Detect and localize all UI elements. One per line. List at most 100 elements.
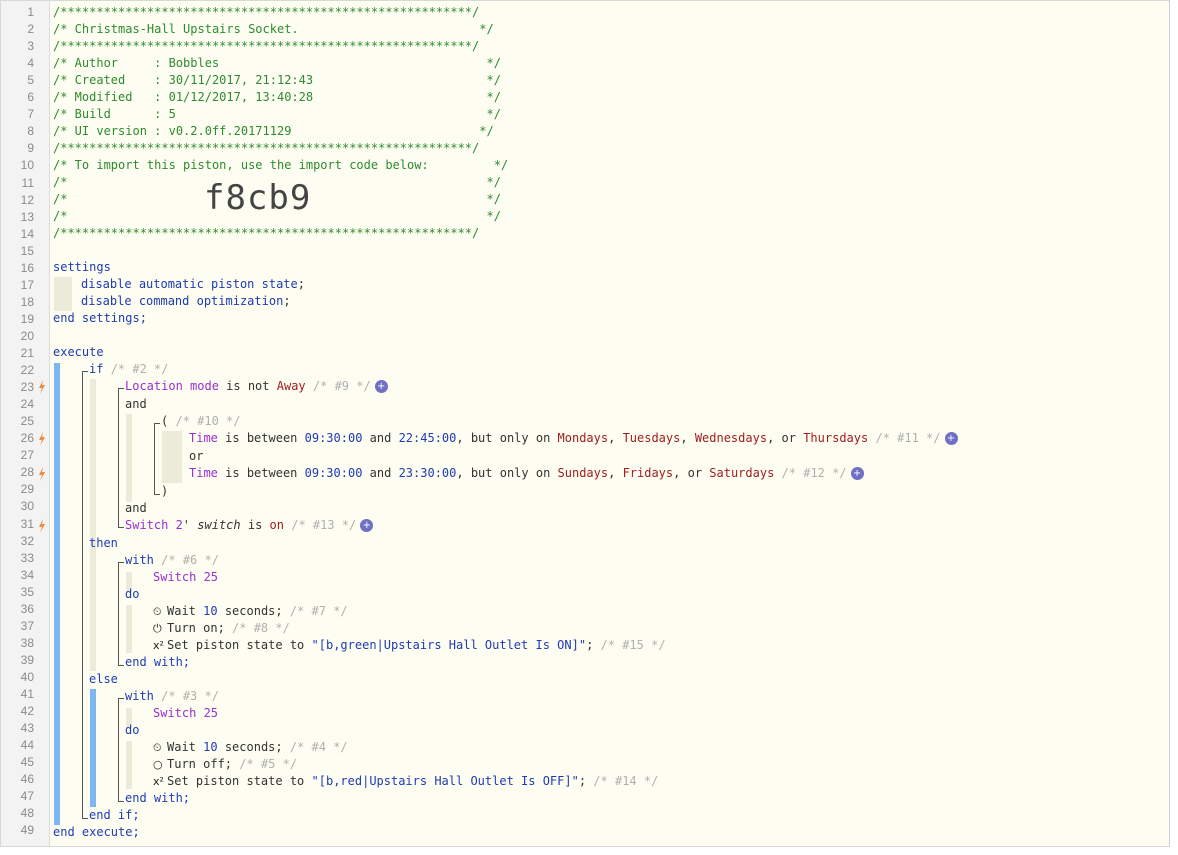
lightning-bolt-icon [39, 519, 45, 533]
line-number: 2 [27, 22, 34, 37]
condition-switch[interactable]: Switch 2' switch is on /* #13 */+ [125, 517, 374, 534]
if-statement[interactable]: if /* #2 */ [89, 361, 168, 378]
end-settings-keyword[interactable]: end settings; [53, 310, 147, 327]
condition-time-weekday[interactable]: Time is between 09:30:00 and 22:45:00, b… [189, 430, 958, 447]
line-number: 46 [20, 772, 34, 787]
import-code[interactable]: f8cb9 [204, 178, 311, 218]
set-state-action[interactable]: x² Set piston state to "[b,green|Upstairs… [153, 637, 666, 654]
line-number: 37 [20, 618, 34, 633]
day-value: Thursdays [803, 431, 869, 445]
condition-time-weekend[interactable]: Time is between 09:30:00 and 23:30:00, b… [189, 465, 864, 482]
superscript-x-icon: x² [153, 639, 164, 652]
line-number: 21 [20, 346, 34, 360]
line-number: 20 [20, 328, 34, 343]
group-open[interactable]: ( /* #10 */ [161, 413, 241, 430]
end-if-keyword[interactable]: end if; [89, 807, 140, 824]
or-operator[interactable]: or [189, 448, 203, 465]
setting-row[interactable]: disable automatic piston state; [81, 276, 305, 293]
line-number: 8 [27, 124, 34, 139]
do-keyword[interactable]: do [125, 586, 139, 603]
line-number: 14 [20, 226, 34, 241]
and-operator[interactable]: and [125, 500, 147, 517]
line-number: 44 [20, 738, 34, 753]
group-bracket [154, 423, 160, 495]
header-line: /***************************************… [53, 226, 480, 240]
ui-version-line: /* UI version : v0.2.0ff.20171129 */ [53, 124, 494, 138]
time-to: 23:30:00 [398, 466, 457, 480]
line-number: 26 [20, 431, 34, 446]
turn-on-action[interactable]: ⏻ Turn on; /* #8 */ [153, 620, 290, 637]
semicolon: ; [578, 774, 587, 788]
end-with-keyword[interactable]: end with; [125, 654, 190, 671]
day-value: Fridays [622, 466, 674, 480]
line-number: 35 [20, 584, 34, 599]
then-keyword[interactable]: then [89, 535, 118, 552]
end-execute-keyword[interactable]: end execute; [53, 824, 140, 841]
clock-icon: ⏲ [153, 605, 162, 618]
setting-keyword: disable [81, 277, 132, 291]
line-number: 39 [20, 652, 34, 667]
action-text: seconds; [224, 604, 283, 618]
setting-keyword: disable [81, 294, 132, 308]
line-number: 7 [27, 107, 34, 122]
add-plus-icon[interactable]: + [944, 432, 958, 445]
state-string: "[b,red|Upstairs Hall Outlet Is OFF]" [311, 774, 579, 788]
line-number: 13 [20, 209, 34, 224]
day-value: Wednesdays [694, 431, 768, 445]
condition-attribute: switch [197, 518, 241, 532]
set-state-action[interactable]: x² Set piston state to "[b,red|Upstairs H… [153, 773, 658, 790]
line-number: 30 [20, 499, 34, 514]
turn-off-action[interactable]: ○ Turn off; /* #5 */ [153, 756, 297, 773]
with-statement[interactable]: with /* #6 */ [125, 552, 219, 569]
header-line: /***************************************… [53, 141, 480, 155]
line-number: 18 [20, 294, 34, 309]
wait-action[interactable]: ⏲ Wait 10 seconds; /* #4 */ [153, 739, 348, 756]
group-close[interactable]: ) [161, 483, 168, 500]
wait-action[interactable]: ⏲ Wait 10 seconds; /* #7 */ [153, 603, 348, 620]
else-keyword[interactable]: else [89, 671, 118, 688]
day-value: Saturdays [709, 466, 775, 480]
do-keyword[interactable]: do [125, 722, 139, 739]
time-from: 09:30:00 [304, 431, 363, 445]
lightning-bolt-icon [39, 380, 45, 394]
add-plus-icon[interactable]: + [360, 519, 374, 532]
line-number: 41 [20, 687, 34, 701]
action-text: Wait [167, 604, 196, 618]
time-from: 09:30:00 [304, 466, 363, 480]
condition-operator: is between [225, 431, 298, 445]
power-off-icon: ○ [153, 758, 163, 771]
execute-keyword[interactable]: execute [53, 344, 104, 361]
condition-location-mode[interactable]: Location mode is not Away /* #9 */+ [125, 378, 388, 395]
line-number: 17 [20, 277, 34, 292]
day-value: Tuesdays [622, 431, 681, 445]
add-plus-icon[interactable]: + [374, 380, 388, 393]
statement-id: /* #11 */ [875, 431, 941, 445]
action-text: Set piston state to [167, 638, 305, 652]
created-line: /* Created : 30/11/2017, 21:12:43 */ [53, 73, 501, 87]
statement-id: /* #2 */ [110, 362, 169, 376]
with-device[interactable]: Switch 25 [153, 569, 218, 586]
add-plus-icon[interactable]: + [850, 467, 864, 480]
semicolon: ; [586, 638, 594, 652]
if-keyword: if [89, 362, 104, 376]
build-line: /* Build : 5 */ [53, 107, 501, 121]
and-operator[interactable]: and [125, 396, 147, 413]
clock-icon: ⏲ [153, 741, 162, 754]
line-number: 3 [27, 39, 34, 54]
if-guide [90, 379, 96, 671]
line-number: 33 [20, 550, 34, 565]
lightning-bolt-icon [39, 467, 45, 481]
end-with-keyword[interactable]: end with; [125, 790, 190, 807]
setting-value: command optimization [138, 294, 284, 308]
if-bracket [82, 371, 88, 819]
with-statement[interactable]: with /* #3 */ [125, 688, 219, 705]
line-number: 9 [27, 141, 34, 156]
day-value: Sundays [557, 466, 609, 480]
setting-row[interactable]: disable command optimization; [81, 293, 291, 310]
condition-device: Time [189, 466, 218, 480]
with-device[interactable]: Switch 25 [153, 705, 218, 722]
statement-id: /* #8 */ [232, 621, 290, 635]
condition-device: Switch 2 [125, 518, 183, 532]
line-number: 22 [20, 363, 34, 378]
settings-keyword[interactable]: settings [53, 259, 111, 276]
